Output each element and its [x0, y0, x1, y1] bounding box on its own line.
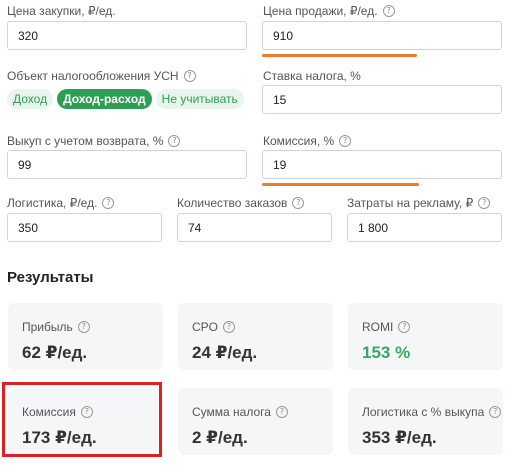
- tax-option-income-expense[interactable]: Доход-расход: [57, 89, 152, 109]
- commission-label: Комиссия, % ?: [263, 134, 352, 148]
- tax-object-label: Объект налогообложения УСН ?: [7, 69, 196, 83]
- result-value: 62 ₽/ед.: [22, 343, 88, 362]
- ad-costs-input[interactable]: 1 800: [347, 213, 502, 242]
- help-icon[interactable]: ?: [77, 321, 90, 333]
- help-icon[interactable]: ?: [275, 406, 288, 418]
- result-value: 2 ₽/ед.: [192, 428, 248, 447]
- sale-price-highlight-underline: [262, 54, 417, 57]
- help-icon[interactable]: ?: [478, 197, 491, 209]
- tax-option-income[interactable]: Доход: [7, 89, 54, 109]
- buyout-input[interactable]: 99: [7, 150, 247, 179]
- tax-object-segmented-control: Доход Доход-расход Не учитывать: [7, 89, 248, 109]
- results-title: Результаты: [7, 269, 94, 286]
- tax-rate-input[interactable]: 15: [262, 85, 502, 114]
- help-icon[interactable]: ?: [183, 70, 196, 82]
- tax-rate-label: Ставка налога, %: [263, 69, 361, 83]
- result-value: 153 %: [362, 343, 411, 362]
- buyout-label: Выкуп с учетом возврата, % ?: [7, 134, 181, 148]
- result-card-logistics-buyout: Логистика с % выкупа? 353 ₽/ед.: [348, 388, 503, 455]
- sale-price-input[interactable]: 910: [262, 21, 502, 50]
- help-icon[interactable]: ?: [398, 321, 411, 333]
- help-icon[interactable]: ?: [489, 406, 502, 418]
- result-value: 24 ₽/ед.: [192, 343, 258, 362]
- result-card-cpo: CPO? 24 ₽/ед.: [178, 303, 333, 370]
- commission-highlight-underline: [262, 183, 419, 186]
- result-card-profit: Прибыль? 62 ₽/ед.: [8, 303, 163, 370]
- orders-label: Количество заказов ?: [177, 196, 305, 210]
- help-icon[interactable]: ?: [292, 197, 305, 209]
- help-icon[interactable]: ?: [339, 135, 352, 147]
- help-icon[interactable]: ?: [168, 135, 181, 147]
- help-icon[interactable]: ?: [102, 197, 115, 209]
- logistics-input[interactable]: 350: [7, 213, 162, 242]
- tax-option-ignore[interactable]: Не учитывать: [155, 89, 244, 109]
- commission-input[interactable]: 19: [262, 150, 502, 179]
- help-icon[interactable]: ?: [223, 321, 236, 333]
- logistics-label: Логистика, ₽/ед. ?: [7, 196, 115, 210]
- result-card-tax-amount: Сумма налога? 2 ₽/ед.: [178, 388, 333, 455]
- result-card-romi: ROMI? 153 %: [348, 303, 503, 370]
- purchase-price-input[interactable]: 320: [7, 21, 247, 50]
- sale-price-label: Цена продажи, ₽/ед. ?: [263, 4, 395, 18]
- commission-highlight-frame: [2, 382, 162, 457]
- result-value: 353 ₽/ед.: [362, 428, 437, 447]
- help-icon[interactable]: ?: [382, 5, 395, 17]
- orders-input[interactable]: 74: [177, 213, 332, 242]
- purchase-price-label: Цена закупки, ₽/ед.: [7, 4, 116, 18]
- ad-costs-label: Затраты на рекламу, ₽ ?: [347, 196, 491, 210]
